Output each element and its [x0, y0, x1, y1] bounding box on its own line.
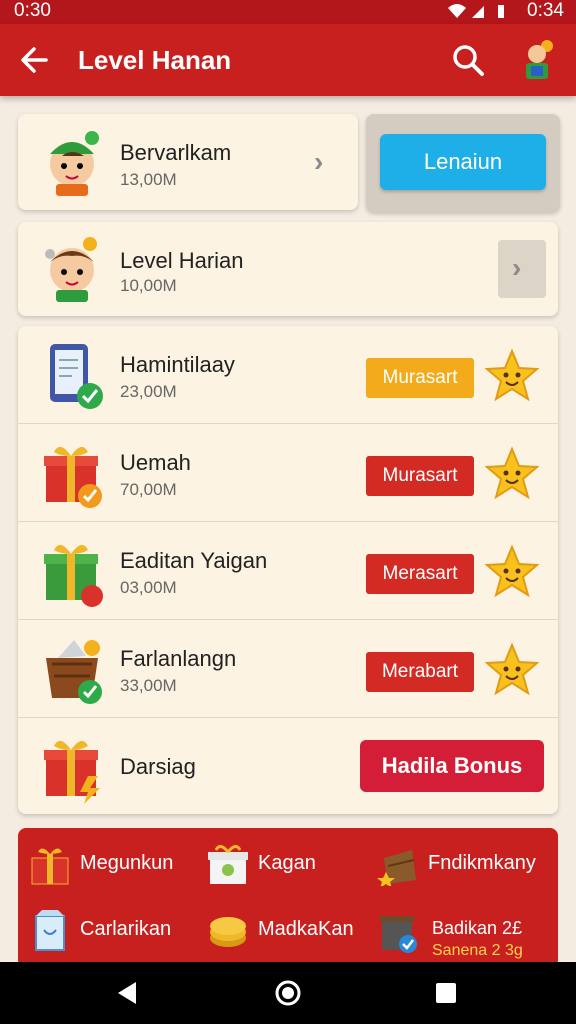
list-item-name: Farlanlangn — [120, 646, 237, 671]
kagan-item[interactable]: Kagan — [258, 852, 316, 875]
list-item-name: Uemah — [120, 450, 191, 475]
page-title: Level Hanan — [78, 45, 232, 75]
arrow-left-icon[interactable] — [18, 42, 50, 78]
list-item-name: Eaditan Yaigan — [120, 548, 268, 573]
chevron-right-icon: › — [512, 252, 522, 283]
character-icon — [50, 131, 99, 196]
list-item[interactable]: Farlanlangn 33,00M Merabart — [18, 620, 558, 718]
merabart-button[interactable]: Merabart — [366, 652, 474, 692]
badikan-item[interactable]: Badikan 2£ — [432, 918, 522, 939]
status-bar: 0:30 0:34 — [0, 0, 576, 24]
gift-icon — [44, 740, 100, 804]
list-item-sub: 03,00M — [120, 578, 177, 597]
merasart-button[interactable]: Merasart — [366, 554, 474, 594]
search-icon[interactable] — [450, 42, 486, 78]
signal-icon — [448, 4, 504, 18]
fndikmkany-item[interactable]: Fndikmkany — [428, 852, 536, 875]
status-icons — [446, 2, 506, 25]
list-item-sub: 23,00M — [120, 382, 177, 401]
level-harian-card[interactable]: Level Harian 10,00M › — [18, 222, 558, 316]
circle-home-icon[interactable] — [274, 979, 302, 1007]
lenaiun-button[interactable]: Lenaiun — [380, 134, 546, 190]
level-harian-name: Level Harian — [120, 248, 244, 273]
star-icon — [484, 348, 540, 402]
box-icon — [208, 845, 248, 884]
level-harian-sub: 10,00M — [120, 276, 177, 295]
crate-star-icon — [377, 850, 416, 886]
list-item-sub: 33,00M — [120, 676, 177, 695]
murasart-button[interactable]: Murasart — [366, 456, 474, 496]
bottom-panel: Megunkun Kagan Fndikmkany Carlarikan Mad… — [18, 828, 558, 968]
megunkun-item[interactable]: Megunkun — [80, 852, 173, 875]
top-card-sub: 13,00M — [120, 170, 177, 189]
top-card[interactable]: Bervarlkam 13,00M › — [18, 114, 358, 210]
gift-icon — [44, 446, 102, 508]
chevron-button[interactable]: › — [498, 240, 546, 298]
bottom-extra-text: Sanena 2 3g — [432, 942, 523, 959]
gift-icon — [31, 848, 69, 885]
system-nav-bar — [0, 962, 576, 1024]
bonus-row[interactable]: Darsiag Hadila Bonus — [18, 718, 558, 816]
app-bar: Level Hanan — [0, 24, 576, 96]
square-recent-icon[interactable] — [434, 981, 458, 1005]
star-icon — [484, 544, 540, 598]
green-gift-icon — [44, 544, 103, 607]
character-icon — [45, 237, 97, 302]
madkakan-item[interactable]: MadkaKan — [258, 918, 354, 941]
status-time-right: 0:34 — [527, 0, 564, 21]
milk-carton-icon — [35, 910, 65, 951]
hadila-bonus-button[interactable]: Hadila Bonus — [360, 740, 544, 792]
coins-icon — [210, 917, 246, 947]
trash-check-icon — [380, 916, 417, 953]
tablet-icon — [50, 344, 103, 409]
list-item-name: Hamintilaay — [120, 352, 235, 377]
star-icon — [484, 642, 540, 696]
status-time-left: 0:30 — [14, 0, 51, 21]
carlarikan-item[interactable]: Carlarikan — [80, 918, 171, 941]
list-item[interactable]: Uemah 70,00M Murasart — [18, 424, 558, 522]
triangle-back-icon[interactable] — [114, 980, 140, 1006]
list-item[interactable]: Hamintilaay 23,00M Murasart — [18, 326, 558, 424]
top-card-name: Bervarlkam — [120, 140, 232, 165]
basket-icon — [46, 640, 102, 704]
murasart-button[interactable]: Murasart — [366, 358, 474, 398]
list-item[interactable]: Eaditan Yaigan 03,00M Merasart — [18, 522, 558, 620]
list-item-sub: 70,00M — [120, 480, 177, 499]
bonus-row-name: Darsiag — [120, 754, 196, 779]
chevron-right-icon[interactable]: › — [314, 146, 323, 178]
avatar-icon[interactable] — [522, 38, 556, 82]
star-icon — [484, 446, 540, 500]
